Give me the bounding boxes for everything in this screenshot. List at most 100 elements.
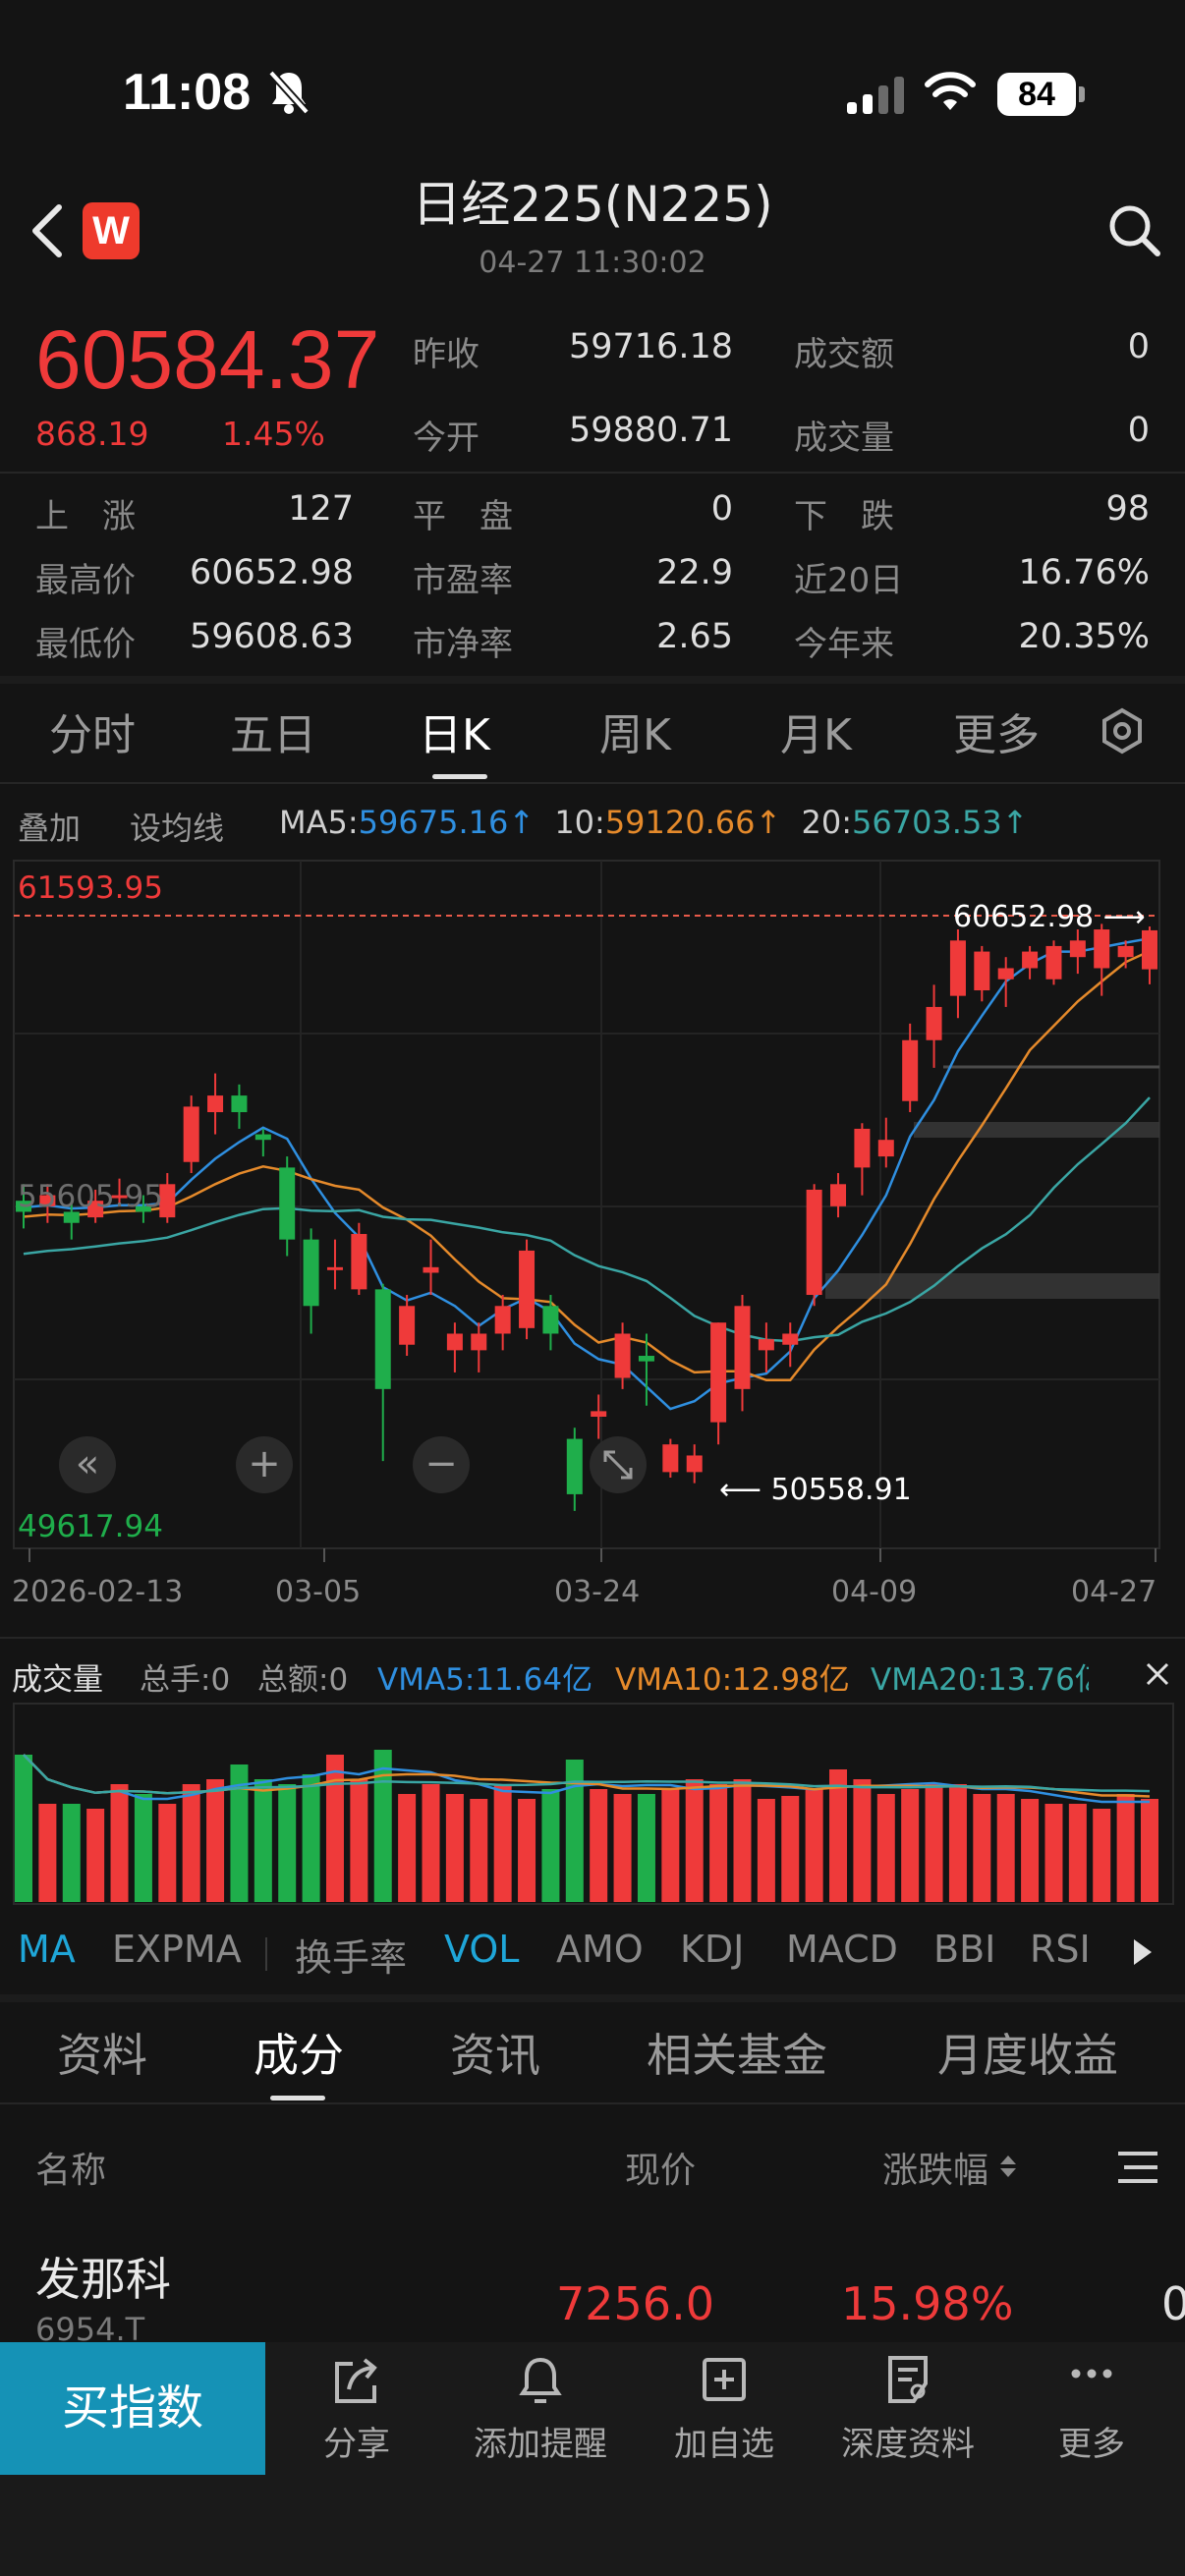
status-time: 11:08 bbox=[123, 64, 252, 121]
volume-bar bbox=[302, 1774, 320, 1902]
indicator-vol[interactable]: VOL bbox=[444, 1928, 519, 1971]
candle-body bbox=[326, 1266, 343, 1270]
candle-body bbox=[1142, 929, 1157, 970]
tab-monthly-k[interactable]: 月K bbox=[780, 700, 852, 762]
volume-bar bbox=[1141, 1799, 1158, 1902]
tab-more[interactable]: 更多 bbox=[953, 700, 1040, 762]
candle-body bbox=[806, 1189, 822, 1296]
zoom-out-button[interactable]: − bbox=[413, 1436, 470, 1493]
candle-body bbox=[542, 1306, 559, 1334]
chart-bands bbox=[825, 1065, 1159, 1299]
candle-body bbox=[758, 1339, 774, 1351]
candle-body bbox=[399, 1306, 416, 1345]
stock-price: 7256.0 bbox=[556, 2277, 714, 2330]
indicator-kdj[interactable]: KDJ bbox=[680, 1928, 744, 1971]
candle-body bbox=[830, 1184, 847, 1206]
tab-weekly-k[interactable]: 周K bbox=[599, 700, 671, 762]
pe-value: 22.9 bbox=[656, 553, 733, 592]
candle-body bbox=[1069, 940, 1086, 958]
low-marker: ⟵ 50558.91 bbox=[719, 1473, 912, 1507]
volume-bar bbox=[996, 1794, 1015, 1902]
tab-five-day[interactable]: 五日 bbox=[230, 700, 316, 762]
candle-body bbox=[1117, 945, 1134, 958]
indicator-macd[interactable]: MACD bbox=[786, 1928, 898, 1971]
col-price-header[interactable]: 现价 bbox=[625, 2142, 696, 2193]
candles bbox=[16, 924, 1157, 1511]
d20-label: 近20日 bbox=[794, 561, 904, 600]
indicator-rsi[interactable]: RSI bbox=[1030, 1928, 1091, 1971]
col-name-header: 名称 bbox=[35, 2151, 107, 2191]
tab-profile[interactable]: 资料 bbox=[57, 2020, 147, 2085]
close-icon[interactable] bbox=[1144, 1660, 1171, 1688]
overlay-button[interactable]: 叠加 bbox=[18, 804, 81, 849]
status-bar: 11:08 84 bbox=[0, 0, 1185, 147]
candle-body bbox=[782, 1333, 799, 1345]
divider bbox=[0, 472, 1185, 474]
candle-body bbox=[734, 1306, 751, 1389]
scroll-left-button[interactable]: « bbox=[59, 1436, 116, 1493]
candlestick-chart[interactable]: 61593.95 55605.95 49617.94 60652.98 ⟶ ⟵ … bbox=[0, 855, 1185, 1641]
indicator-ma[interactable]: MA bbox=[18, 1928, 76, 1971]
expand-icon bbox=[603, 1450, 633, 1480]
alert-bell-icon bbox=[519, 2357, 562, 2403]
tab-daily-k[interactable]: 日K bbox=[419, 700, 490, 762]
more-button[interactable]: 更多 bbox=[1003, 2350, 1180, 2465]
menu-icon[interactable] bbox=[1116, 2148, 1159, 2187]
candle-body bbox=[1045, 945, 1062, 980]
add-watchlist-button[interactable]: 加自选 bbox=[636, 2350, 813, 2465]
last-price: 60584.37 bbox=[35, 313, 380, 406]
set-ma-button[interactable]: 设均线 bbox=[130, 804, 224, 849]
vma10: VMA10:12.98亿 bbox=[615, 1662, 850, 1698]
indicator-turnover-rate[interactable]: 换手率 bbox=[295, 1928, 407, 1982]
high-value: 60652.98 bbox=[189, 553, 354, 592]
col-change-header[interactable]: 涨跌幅 bbox=[882, 2142, 988, 2193]
sort-icon[interactable] bbox=[998, 2152, 1018, 2181]
candle-body bbox=[854, 1128, 871, 1168]
divider bbox=[0, 1637, 1185, 1639]
price-change-percent: 1.45% bbox=[222, 415, 325, 453]
ma-lines bbox=[23, 936, 1151, 1411]
divider bbox=[265, 1937, 267, 1971]
candle-body bbox=[279, 1167, 296, 1240]
section-divider bbox=[0, 1994, 1185, 2002]
candle-body bbox=[686, 1455, 703, 1473]
candle-body bbox=[423, 1266, 439, 1273]
tab-intraday[interactable]: 分时 bbox=[49, 700, 136, 762]
stock-name: 发那科 bbox=[35, 2253, 171, 2306]
tab-constituents[interactable]: 成分 bbox=[254, 2020, 344, 2085]
buy-index-button[interactable]: 买指数 bbox=[0, 2342, 265, 2475]
down-count-value: 98 bbox=[1105, 489, 1150, 529]
ma5-value: 59675.16↑ bbox=[358, 804, 536, 841]
volume-bar bbox=[1068, 1804, 1087, 1902]
ma10-value: 59120.66↑ bbox=[604, 804, 782, 841]
add-watchlist-label: 加自选 bbox=[674, 2425, 774, 2464]
tab-monthly-returns[interactable]: 月度收益 bbox=[937, 2020, 1118, 2085]
indicator-amo[interactable]: AMO bbox=[556, 1928, 644, 1971]
volume-bar bbox=[661, 1789, 680, 1902]
low-label: 最低价 bbox=[35, 625, 136, 664]
add-alert-button[interactable]: 添加提醒 bbox=[452, 2350, 629, 2465]
volume-bar bbox=[853, 1779, 872, 1902]
ma5-line bbox=[23, 936, 1151, 1411]
ma5-key: MA5 bbox=[279, 804, 348, 841]
tab-related-funds[interactable]: 相关基金 bbox=[647, 2020, 827, 2085]
fullscreen-button[interactable] bbox=[590, 1436, 647, 1493]
candle-body bbox=[207, 1095, 224, 1113]
candle-body bbox=[254, 1134, 271, 1141]
indicator-expma[interactable]: EXPMA bbox=[112, 1928, 242, 1971]
candle-body bbox=[997, 968, 1014, 980]
up-count-value: 127 bbox=[288, 489, 354, 529]
chart-settings-icon[interactable] bbox=[1099, 707, 1146, 755]
zoom-in-button[interactable]: + bbox=[236, 1436, 293, 1493]
share-button[interactable]: 分享 bbox=[268, 2350, 445, 2465]
deep-data-button[interactable]: 深度资料 bbox=[819, 2350, 996, 2465]
volume-bar bbox=[973, 1794, 991, 1902]
open-label: 今开 bbox=[413, 419, 480, 458]
tab-news[interactable]: 资讯 bbox=[450, 2020, 540, 2085]
search-icon[interactable] bbox=[1106, 202, 1161, 257]
volume-bars bbox=[15, 1750, 1158, 1902]
prev-close-label: 昨收 bbox=[413, 335, 480, 374]
play-arrow-icon[interactable] bbox=[1132, 1937, 1154, 1967]
volume-bar bbox=[254, 1779, 272, 1902]
indicator-bbi[interactable]: BBI bbox=[933, 1928, 995, 1971]
